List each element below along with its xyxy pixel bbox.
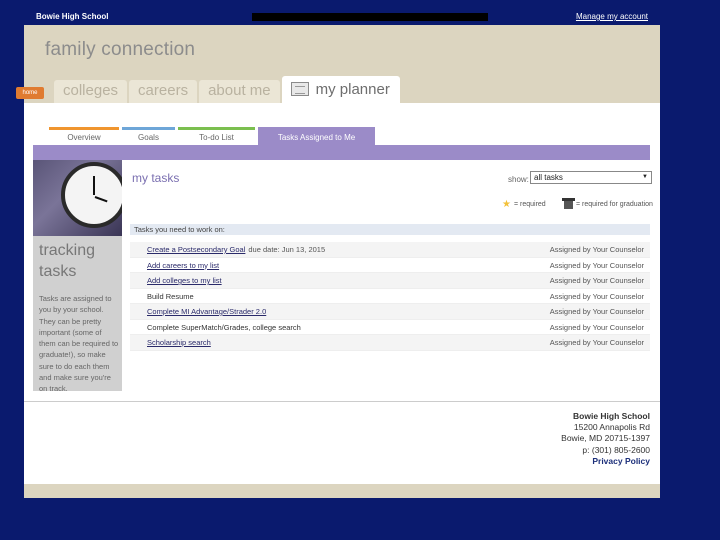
show-label: show: xyxy=(508,175,529,184)
task-due-date: due date: Jun 13, 2015 xyxy=(248,245,326,254)
tab-my-planner[interactable]: my planner xyxy=(281,76,400,103)
task-row: Build Resume Assigned by Your Counselor xyxy=(130,289,650,304)
task-assigned-by: Assigned by Your Counselor xyxy=(549,291,644,301)
sidebar-heading: tracking tasks xyxy=(39,242,96,280)
subtab-todo-list[interactable]: To-do List xyxy=(178,127,255,145)
task-assigned-by: Assigned by Your Counselor xyxy=(549,276,644,285)
task-row: Complete MI Advantage/Strader 2.0 Assigne… xyxy=(130,304,650,320)
task-assigned-by: Assigned by Your Counselor xyxy=(549,338,644,347)
task-name-link[interactable]: Scholarship search xyxy=(147,338,211,347)
show-filter-value: all tasks xyxy=(534,173,563,182)
tab-my-planner-label: my planner xyxy=(315,81,390,98)
main-nav: colleges careers about me my planner xyxy=(54,76,402,103)
legend-required: ★ = required xyxy=(502,199,546,210)
footer-divider xyxy=(24,401,660,402)
task-name-link: Build Resume xyxy=(147,291,194,301)
task-name-link[interactable]: Add careers to my list xyxy=(147,261,219,270)
tab-about-me[interactable]: about me xyxy=(199,80,280,103)
subtab-overview[interactable]: Overview xyxy=(49,127,119,145)
task-list: Create a Postsecondary Goal due date: Jun… xyxy=(130,242,650,351)
task-assigned-by: Assigned by Your Counselor xyxy=(549,245,644,254)
task-name-link[interactable]: Add colleges to my list xyxy=(147,276,222,285)
redacted-block xyxy=(252,13,488,21)
graduation-cap-icon xyxy=(562,198,575,209)
brand-title: family connection xyxy=(45,39,196,60)
task-assigned-by: Assigned by Your Counselor xyxy=(549,260,644,270)
task-assigned-by: Assigned by Your Counselor xyxy=(549,322,644,332)
dropdown-arrow-icon: ▼ xyxy=(642,174,648,180)
sidebar-description: Tasks are assigned to you by your school… xyxy=(39,294,119,394)
footer: Bowie High School 15200 Annapolis Rd Bow… xyxy=(561,411,650,467)
page: family connection home colleges careers … xyxy=(16,25,660,498)
show-filter-select[interactable]: all tasks ▼ xyxy=(530,171,652,184)
footer-band xyxy=(24,484,660,498)
task-row: Create a Postsecondary Goal due date: Jun… xyxy=(130,242,650,258)
task-name-link[interactable]: Complete MI Advantage/Strader 2.0 xyxy=(147,307,266,316)
subtab-goals[interactable]: Goals xyxy=(122,127,175,145)
task-row: Complete SuperMatch/Grades, college sear… xyxy=(130,320,650,335)
header: family connection home colleges careers … xyxy=(16,25,660,103)
footer-phone: p: (301) 805-2600 xyxy=(582,444,650,455)
footer-school-name: Bowie High School xyxy=(573,411,650,421)
sub-tabs: Overview Goals To-do List Tasks Assigned… xyxy=(49,127,378,148)
privacy-policy-link[interactable]: Privacy Policy xyxy=(561,456,650,467)
sidebar: tracking tasks Tasks are assigned to you… xyxy=(33,160,122,393)
task-row: Add colleges to my list Assigned by Your … xyxy=(130,273,650,289)
task-row: Add careers to my list Assigned by Your C… xyxy=(130,258,650,273)
manage-account-link[interactable]: Manage my account xyxy=(576,12,648,21)
task-name-link[interactable]: Create a Postsecondary Goal xyxy=(147,245,245,254)
task-row: Scholarship search Assigned by Your Couns… xyxy=(130,335,650,351)
school-name: Bowie High School xyxy=(36,12,109,21)
clock-icon xyxy=(61,162,122,228)
section-bar xyxy=(33,145,650,160)
star-icon: ★ xyxy=(502,199,511,210)
top-bar: Bowie High School Manage my account xyxy=(24,8,660,25)
tab-careers[interactable]: careers xyxy=(129,80,198,103)
task-assigned-by: Assigned by Your Counselor xyxy=(549,307,644,316)
task-list-header: Tasks you need to work on: xyxy=(130,224,650,235)
footer-address-1: 15200 Annapolis Rd xyxy=(573,422,650,433)
footer-address-2: Bowie, MD 20715-1397 xyxy=(561,433,650,444)
legend-graduation: = required for graduation xyxy=(562,198,653,209)
clock-image xyxy=(33,160,122,236)
page-title: my tasks xyxy=(132,171,180,185)
task-name-link: Complete SuperMatch/Grades, college sear… xyxy=(147,322,301,332)
home-tab[interactable]: home xyxy=(16,87,44,99)
tab-colleges[interactable]: colleges xyxy=(54,80,128,103)
planner-icon xyxy=(290,82,309,96)
